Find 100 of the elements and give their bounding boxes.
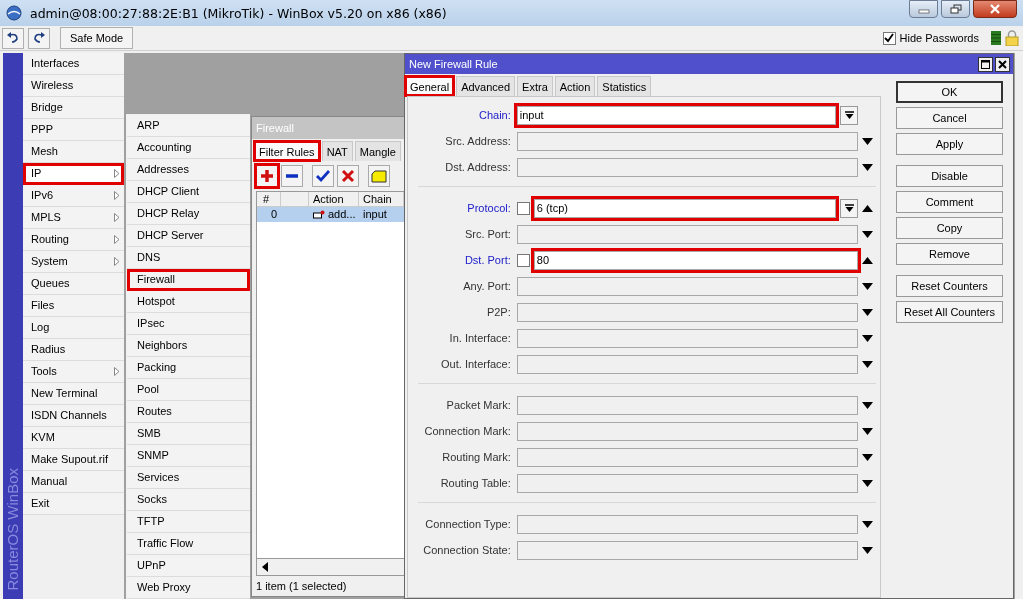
- hide-passwords-label: Hide Passwords: [899, 32, 979, 44]
- tab[interactable]: Filter Rules: [254, 141, 320, 161]
- action-button[interactable]: Copy: [896, 217, 1003, 239]
- safe-mode-button[interactable]: Safe Mode: [60, 27, 134, 49]
- input-field[interactable]: input: [516, 105, 837, 125]
- input-field[interactable]: [516, 276, 859, 296]
- scroll-left-icon[interactable]: [261, 562, 269, 572]
- input-field[interactable]: [516, 514, 859, 534]
- tab[interactable]: Mangle: [354, 141, 401, 161]
- collapse-arrow-icon[interactable]: [861, 256, 873, 264]
- checkmark-icon: [316, 169, 330, 183]
- enable-button[interactable]: [312, 165, 334, 187]
- submenu-item[interactable]: Firewall: [127, 269, 250, 291]
- action-button[interactable]: Remove: [896, 243, 1003, 265]
- table-cell: 0: [270, 207, 277, 222]
- input-field[interactable]: [516, 421, 859, 441]
- table-row[interactable]: 0 add... input: [257, 207, 404, 222]
- collapse-arrow-icon[interactable]: [861, 204, 873, 212]
- input-field[interactable]: [516, 354, 859, 374]
- remove-button[interactable]: [281, 165, 303, 187]
- field-label: Connection State:: [422, 544, 511, 556]
- dropdown-arrow-icon[interactable]: [861, 230, 873, 238]
- disable-button[interactable]: [337, 165, 359, 187]
- dropdown-icon: [844, 110, 854, 120]
- cross-icon: [341, 169, 355, 183]
- tab[interactable]: Advanced: [456, 76, 516, 96]
- dropdown-arrow-icon[interactable]: [861, 163, 873, 171]
- negate-checkbox[interactable]: [516, 253, 530, 267]
- dropdown-button[interactable]: [840, 105, 859, 125]
- window-title: Firewall: [256, 122, 294, 134]
- action-button[interactable]: Reset All Counters: [896, 301, 1003, 323]
- dropdown-arrow-icon[interactable]: [861, 546, 873, 554]
- minimize-button[interactable]: [909, 0, 938, 18]
- field-label: Out. Interface:: [440, 358, 511, 370]
- field-label: Any. Port:: [462, 280, 511, 292]
- field-label: Packet Mark:: [445, 399, 511, 411]
- hide-passwords-checkbox[interactable]: [882, 31, 896, 45]
- add-action-icon: [313, 210, 325, 219]
- input-field[interactable]: 6 (tcp): [533, 198, 837, 218]
- column-header[interactable]: #: [257, 192, 281, 207]
- dropdown-arrow-icon[interactable]: [861, 479, 873, 487]
- field-label: Protocol:: [466, 202, 511, 214]
- menu-item[interactable]: IP: [23, 163, 124, 185]
- dropdown-button[interactable]: [840, 198, 859, 218]
- dropdown-arrow-icon[interactable]: [861, 453, 873, 461]
- dropdown-arrow-icon[interactable]: [861, 427, 873, 435]
- note-icon: [371, 169, 387, 183]
- action-button[interactable]: Cancel: [896, 107, 1003, 129]
- close-icon: [998, 59, 1007, 69]
- dropdown-arrow-icon[interactable]: [861, 401, 873, 409]
- undo-icon: [6, 32, 20, 44]
- tab[interactable]: Extra: [517, 76, 553, 96]
- input-field[interactable]: [516, 157, 859, 177]
- action-button[interactable]: Reset Counters: [896, 275, 1003, 297]
- action-button[interactable]: Apply: [896, 133, 1003, 155]
- input-field[interactable]: 80: [533, 250, 859, 270]
- dropdown-arrow-icon[interactable]: [861, 137, 873, 145]
- status-bars-icon: [991, 31, 1001, 45]
- input-field[interactable]: [516, 540, 859, 560]
- undo-button[interactable]: [2, 27, 24, 49]
- action-button[interactable]: OK: [896, 81, 1003, 103]
- input-field[interactable]: [516, 302, 859, 322]
- negate-checkbox[interactable]: [516, 201, 530, 215]
- brand-label: RouterOS WinBox: [4, 468, 21, 591]
- action-button[interactable]: Comment: [896, 191, 1003, 213]
- column-header[interactable]: Chain: [359, 192, 404, 207]
- redo-button[interactable]: [28, 27, 50, 49]
- tab[interactable]: Action: [554, 76, 596, 96]
- tab[interactable]: Statistics: [597, 76, 652, 96]
- table-cell: add...: [328, 207, 356, 222]
- close-button[interactable]: [973, 0, 1017, 18]
- input-field[interactable]: [516, 224, 859, 244]
- dropdown-arrow-icon[interactable]: [861, 282, 873, 290]
- field-label: P2P:: [485, 306, 511, 318]
- field-label: Src. Address:: [444, 135, 511, 147]
- maximize-icon: [981, 59, 990, 69]
- tab[interactable]: General: [405, 76, 455, 96]
- plus-icon: [260, 169, 274, 183]
- dropdown-arrow-icon[interactable]: [861, 360, 873, 368]
- field-label: Dst. Address:: [444, 161, 511, 173]
- dropdown-arrow-icon[interactable]: [861, 334, 873, 342]
- input-field[interactable]: [516, 328, 859, 348]
- input-field[interactable]: [516, 473, 859, 493]
- action-button[interactable]: Disable: [896, 165, 1003, 187]
- dropdown-arrow-icon[interactable]: [861, 520, 873, 528]
- input-field[interactable]: [516, 131, 859, 151]
- field-label: Connection Mark:: [423, 425, 511, 437]
- dropdown-arrow-icon[interactable]: [861, 308, 873, 316]
- close-button[interactable]: [995, 56, 1010, 72]
- maximize-button[interactable]: [978, 56, 993, 72]
- input-field[interactable]: [516, 395, 859, 415]
- restore-button[interactable]: [941, 0, 970, 18]
- add-button[interactable]: [256, 165, 278, 187]
- tab[interactable]: NAT: [321, 141, 353, 161]
- window-title: admin@08:00:27:88:2E:B1 (MikroTik) - WinBox v5.20 on x86 (x86): [30, 5, 447, 21]
- input-field[interactable]: [516, 447, 859, 467]
- field-label: Routing Table:: [439, 477, 511, 489]
- comment-button[interactable]: [368, 165, 390, 187]
- column-header[interactable]: Action: [309, 192, 359, 207]
- field-label: Chain:: [477, 109, 511, 121]
